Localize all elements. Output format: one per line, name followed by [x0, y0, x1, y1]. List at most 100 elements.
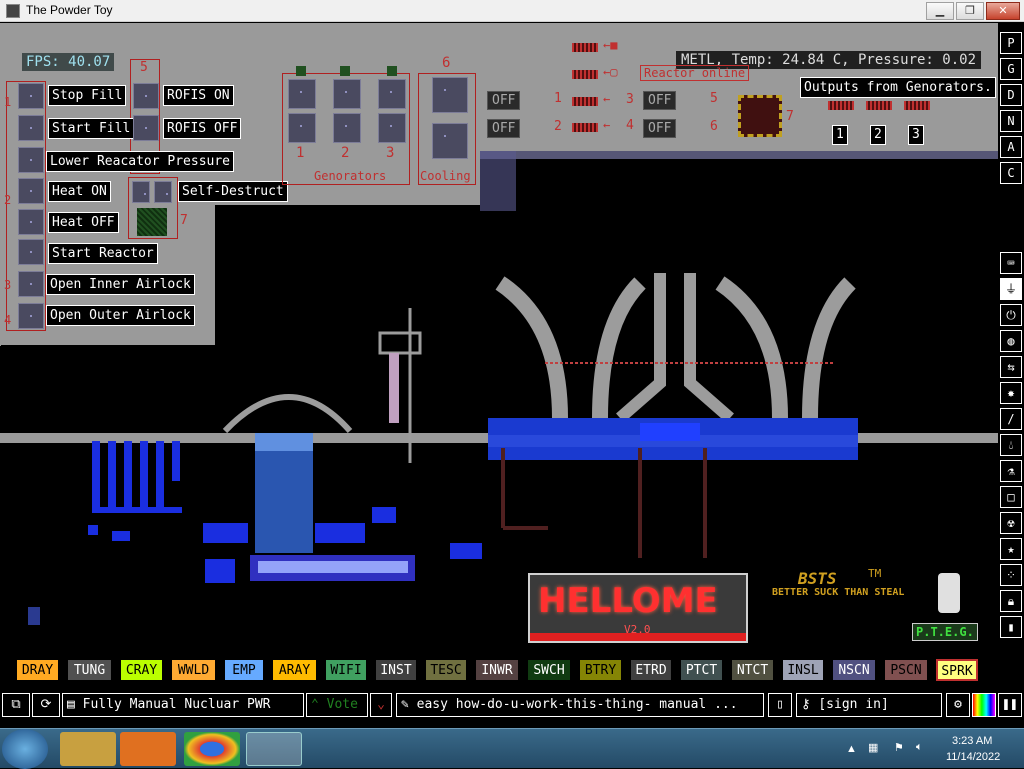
maximize-button[interactable]: ❐	[956, 2, 984, 20]
element-tung[interactable]: TUNG	[67, 659, 112, 681]
drop-icon[interactable]: 💧︎	[1000, 434, 1022, 456]
reload-icon[interactable]: ⟳	[32, 693, 60, 717]
rofis-off-button[interactable]: ROFIS OFF	[163, 118, 242, 139]
open-save-icon[interactable]: ⧉	[2, 693, 30, 717]
element-etrd[interactable]: ETRD	[630, 659, 672, 681]
heat-on-button[interactable]: Heat ON	[48, 181, 111, 202]
sidebar-button-c[interactable]: C	[1000, 162, 1022, 184]
element-inst[interactable]: INST	[375, 659, 417, 681]
self-destruct-switch-a[interactable]	[132, 181, 150, 203]
open-outer-switch[interactable]	[18, 303, 44, 329]
heat-off-button[interactable]: Heat OFF	[48, 212, 119, 233]
report-icon[interactable]: ▯	[768, 693, 792, 717]
keyboard-icon[interactable]: ⌨	[1000, 252, 1022, 274]
sensor-icon[interactable]: ◍	[1000, 330, 1022, 352]
rofis-off-switch[interactable]	[133, 115, 159, 141]
star-icon[interactable]: ★	[1000, 538, 1022, 560]
output-2-off[interactable]: OFF	[487, 119, 521, 138]
minimize-button[interactable]: ▁	[926, 2, 954, 20]
gen3-top-switch[interactable]	[378, 79, 406, 109]
element-aray[interactable]: ARAY	[272, 659, 317, 681]
save-name-button[interactable]: ▤ Fully Manual Nucluar PWR	[62, 693, 304, 717]
gen2-bottom-switch[interactable]	[333, 113, 361, 143]
window-titlebar[interactable]: The Powder Toy ▁ ❐ ✕	[0, 0, 1024, 22]
element-insl[interactable]: INSL	[782, 659, 824, 681]
output-1-off[interactable]: OFF	[487, 91, 521, 110]
tray-up-arrow-icon[interactable]: ▲	[846, 743, 857, 755]
plug-icon[interactable]: ⏚	[1000, 278, 1022, 300]
start-reactor-switch[interactable]	[18, 239, 44, 265]
element-nscn[interactable]: NSCN	[832, 659, 876, 681]
lock-icon[interactable]: 🔒︎	[1000, 590, 1022, 612]
start-fill-switch[interactable]	[18, 115, 44, 141]
square-icon[interactable]: □	[1000, 486, 1022, 508]
open-outer-airlock-button[interactable]: Open Outer Airlock	[46, 305, 195, 326]
rofis-on-switch[interactable]	[133, 83, 159, 109]
simulation-canvas[interactable]: FPS: 40.07 METL, Temp: 24.84 C, Pressure…	[0, 23, 998, 653]
heat-off-switch[interactable]	[18, 209, 44, 235]
clock-time[interactable]: 3:23 AM	[952, 735, 992, 747]
sidebar-button-d[interactable]: D	[1000, 84, 1022, 106]
cooling-bottom-switch[interactable]	[432, 123, 468, 159]
stop-fill-switch[interactable]	[18, 83, 44, 109]
open-inner-airlock-button[interactable]: Open Inner Airlock	[46, 274, 195, 295]
media-player-taskbar-icon[interactable]	[120, 732, 176, 766]
sidebar-button-n[interactable]: N	[1000, 110, 1022, 132]
element-cray[interactable]: CRAY	[120, 659, 163, 681]
sidebar-button-g[interactable]: G	[1000, 58, 1022, 80]
sidebar-button-p[interactable]: P	[1000, 32, 1022, 54]
power-icon[interactable]: ⏻	[1000, 304, 1022, 326]
gen1-top-switch[interactable]	[288, 79, 316, 109]
start-fill-button[interactable]: Start Fill	[48, 118, 135, 139]
element-ptct[interactable]: PTCT	[680, 659, 723, 681]
wand-icon[interactable]: /	[1000, 408, 1022, 430]
element-pscn[interactable]: PSCN	[884, 659, 928, 681]
bookmark-icon[interactable]: ▮	[1000, 616, 1022, 638]
element-ntct[interactable]: NTCT	[731, 659, 774, 681]
self-destruct-button[interactable]: Self-Destruct	[178, 181, 288, 202]
element-sprk[interactable]: SPRK	[936, 659, 978, 681]
explosive-icon[interactable]: ✸	[1000, 382, 1022, 404]
tags-button[interactable]: ✎ easy how-do-u-work-this-thing- manual …	[396, 693, 764, 717]
close-button[interactable]: ✕	[986, 2, 1020, 20]
display-mode-icon[interactable]	[972, 693, 996, 717]
vote-down-button[interactable]: ⌄	[370, 693, 392, 717]
lower-pressure-switch[interactable]	[18, 147, 44, 173]
sign-in-button[interactable]: ⚷ [sign in]	[796, 693, 942, 717]
output-6-off[interactable]: OFF	[643, 119, 677, 138]
clock-date[interactable]: 11/14/2022	[946, 751, 1000, 763]
gen2-top-switch[interactable]	[333, 79, 361, 109]
flask-icon[interactable]: ⚗	[1000, 460, 1022, 482]
vote-up-button[interactable]: ⌃ Vote	[306, 693, 368, 717]
arrows-icon[interactable]: ⇆	[1000, 356, 1022, 378]
flag-icon[interactable]: ⚑	[894, 741, 904, 754]
element-swch[interactable]: SWCH	[527, 659, 571, 681]
radioactive-icon[interactable]: ☢	[1000, 512, 1022, 534]
heat-on-switch[interactable]	[18, 178, 44, 204]
element-btry[interactable]: BTRY	[579, 659, 622, 681]
cooling-top-switch[interactable]	[432, 77, 468, 113]
chrome-taskbar-icon[interactable]	[184, 732, 240, 766]
explorer-taskbar-icon[interactable]	[60, 732, 116, 766]
sidebar-button-a[interactable]: A	[1000, 136, 1022, 158]
lower-pressure-button[interactable]: Lower Reacator Pressure	[46, 151, 235, 172]
settings-icon[interactable]: ⚙	[946, 693, 970, 717]
gen3-bottom-switch[interactable]	[378, 113, 406, 143]
open-inner-switch[interactable]	[18, 271, 44, 297]
element-dray[interactable]: DRAY	[16, 659, 59, 681]
gen1-bottom-switch[interactable]	[288, 113, 316, 143]
self-destruct-switch-b[interactable]	[154, 181, 172, 203]
element-emp[interactable]: EMP	[224, 659, 264, 681]
element-wwld[interactable]: WWLD	[171, 659, 216, 681]
element-tesc[interactable]: TESC	[425, 659, 467, 681]
volume-icon[interactable]: 🔈︎	[916, 741, 923, 754]
element-wifi[interactable]: WIFI	[325, 659, 367, 681]
output-5-off[interactable]: OFF	[643, 91, 677, 110]
dots-icon[interactable]: ⁘	[1000, 564, 1022, 586]
start-reactor-button[interactable]: Start Reactor	[48, 243, 158, 264]
network-icon[interactable]: ▦	[868, 741, 878, 754]
pause-icon[interactable]: ❚❚	[998, 693, 1022, 717]
stop-fill-button[interactable]: Stop Fill	[48, 85, 127, 106]
start-button[interactable]	[2, 729, 48, 769]
element-inwr[interactable]: INWR	[475, 659, 519, 681]
